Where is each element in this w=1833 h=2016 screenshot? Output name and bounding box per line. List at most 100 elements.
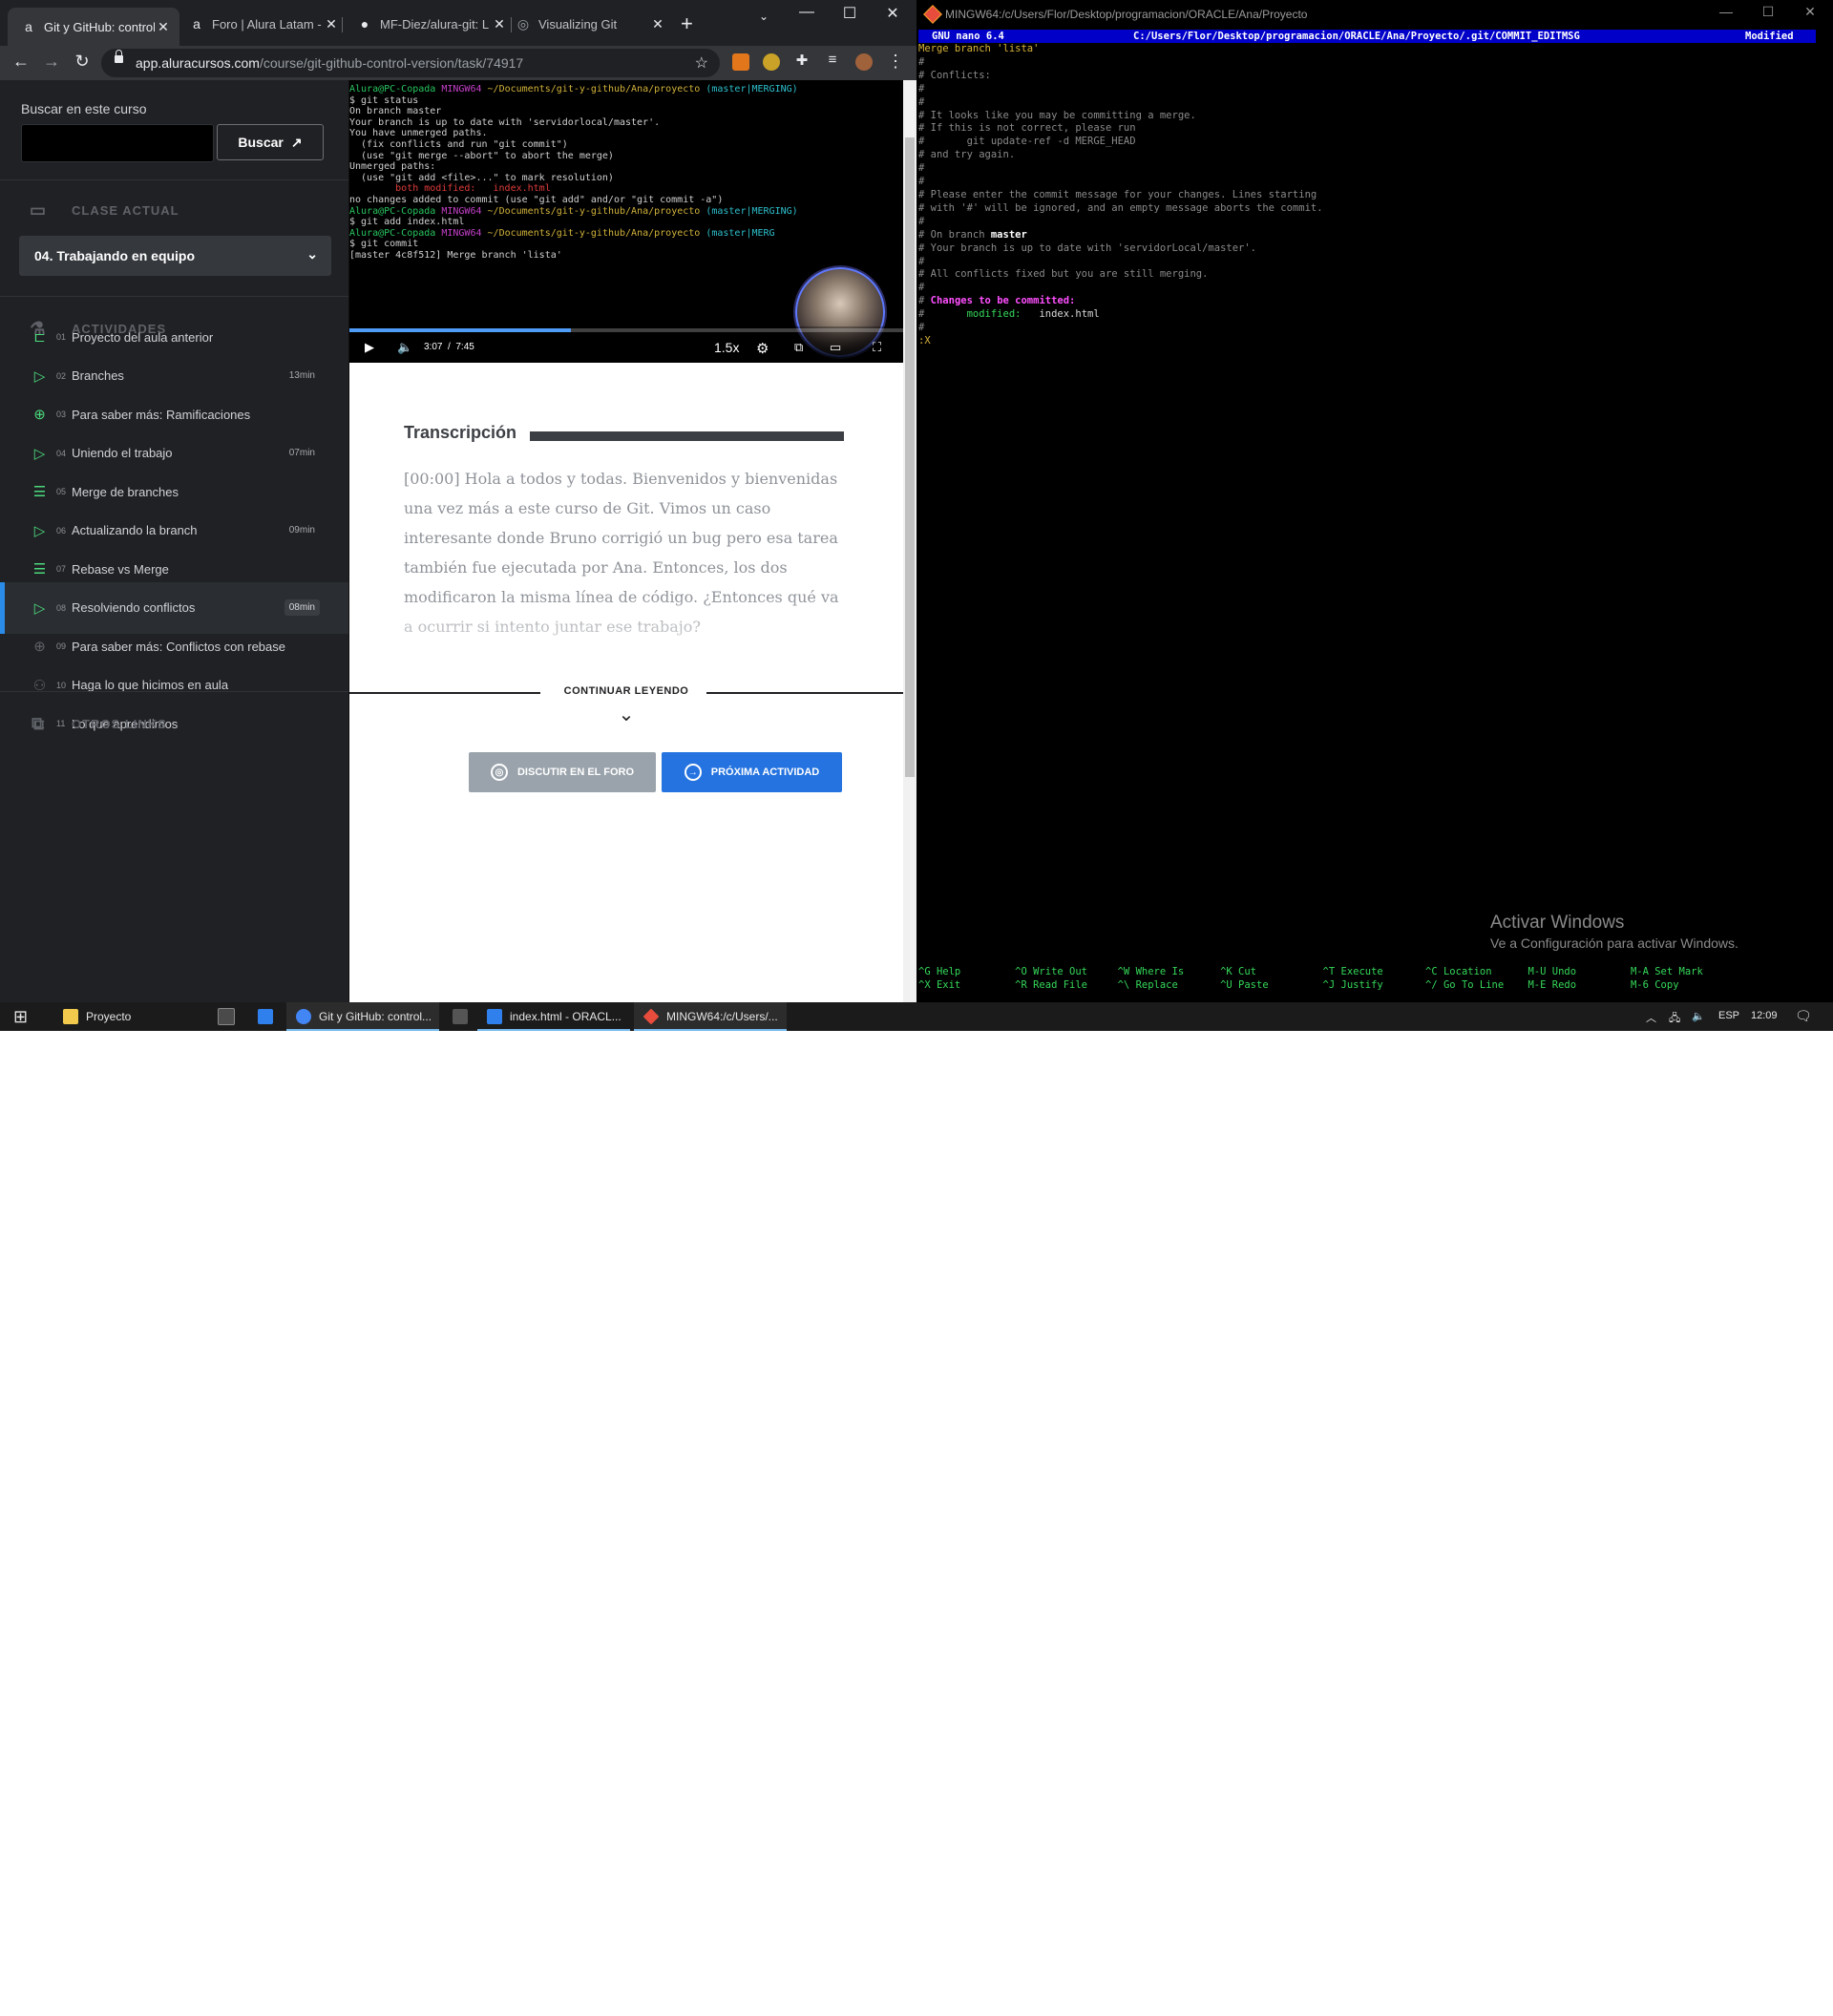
notifications-icon[interactable]: 🗨 [1795,1008,1812,1024]
bookmark-star-icon[interactable]: ☆ [695,53,708,73]
close-icon[interactable]: ✕ [323,16,340,32]
scrollbar-thumb[interactable] [905,137,915,777]
chevron-down-icon[interactable]: ⌄ [615,703,638,726]
metamask-extension-icon[interactable] [732,53,749,71]
tab-foro[interactable]: a Foro | Alura Latam - ✕ [176,10,348,38]
buffer-line: # git update-ref -d MERGE_HEAD [918,136,1136,148]
class-select[interactable]: 04. Trabajando en equipo ⌄ [19,236,331,276]
buffer-line: # [918,55,925,68]
forward-arrow-icon[interactable]: → [40,52,63,72]
taskbar-item-vscode[interactable]: index.html - ORACL... [477,1002,630,1031]
new-tab-plus-icon[interactable]: + [681,11,693,36]
video-terminal-line: (use "git merge --abort" to abort the me… [349,150,614,161]
video-terminal-line: (use "git add <file>..." to mark resolut… [349,172,614,183]
video-player[interactable]: Alura@PC-Copada MINGW64 ~/Documents/git-… [349,80,903,363]
menu-kebab-icon[interactable]: ⋮ [884,52,907,72]
activity-number: 07 [56,564,67,574]
taskbar-item-mingw64[interactable]: MINGW64:/c/Users/... [634,1002,787,1031]
next-button-label: PRÓXIMA ACTIVIDAD [710,766,820,778]
activity-label: Actualizando la branch [72,523,198,537]
notes-icon[interactable] [453,1002,475,1031]
arrow-right-circle-icon: → [684,764,702,781]
theater-mode-icon[interactable]: ▭ [830,340,841,355]
volume-icon[interactable]: 🔈 [397,340,412,355]
network-icon[interactable]: 🖧 [1669,1010,1680,1028]
miniplayer-icon[interactable]: ⧉ [794,340,803,355]
alura-a-icon: a [193,16,200,32]
video-icon: ▷ [33,368,46,385]
github-icon: ● [360,16,369,32]
plus-circle-icon: ⊕ [33,639,46,655]
buffer-line: # [918,95,925,108]
activity-number: 03 [56,410,67,419]
extension-icon[interactable] [763,53,780,71]
shortcut-row: ^G Help ^O Write Out ^W Where Is ^K Cut … [918,966,1703,977]
window-close-icon[interactable]: ✕ [874,4,912,23]
close-icon[interactable]: ✕ [649,16,666,32]
video-time: 3:07 / 7:45 [424,342,474,352]
mail-icon[interactable] [258,1002,281,1031]
alura-a-icon: a [25,19,32,34]
maximize-icon[interactable]: ☐ [1749,4,1787,20]
video-terminal-line: $ git status [349,94,419,106]
divider [0,296,348,297]
forum-button[interactable]: ◎ DISCUTIR EN EL FORO [469,752,656,792]
settings-gear-icon[interactable]: ⚙ [756,340,769,357]
tab-separator [342,17,343,32]
buffer-line: # [918,215,925,227]
play-icon[interactable]: ▶ [365,340,374,355]
calculator-icon[interactable] [218,1002,242,1031]
taskbar-item-chrome[interactable]: Git y GitHub: control... [286,1002,439,1031]
tab-github[interactable]: ● MF-Diez/alura-git: L ✕ [344,10,516,38]
video-progress-bar[interactable] [349,328,903,332]
activity-duration: 08min [284,599,320,616]
video-terminal-line: (fix conflicts and run "git commit") [349,138,568,150]
vscode-icon [487,1009,502,1024]
minimize-icon[interactable]: — [788,4,826,21]
tab-visualizing-git[interactable]: ◎ Visualizing Git ✕ [502,10,674,38]
video-terminal-line: $ git commit [349,239,419,250]
profile-avatar[interactable] [855,53,873,71]
address-bar[interactable]: app.aluracursos.com/course/git-github-co… [101,49,720,77]
activity-duration: 09min [288,525,315,536]
activity-number: 08 [56,602,67,613]
taskbar: ⊞ Proyecto Git y GitHub: control... inde… [0,1002,1833,1031]
playback-speed[interactable]: 1.5x [714,340,739,355]
page-scrollbar[interactable] [903,80,916,1002]
activity-label: Proyecto del aula anterior [72,329,214,345]
folder-icon [63,1009,78,1024]
speaker-icon[interactable]: 🔈 [1692,1010,1705,1022]
taskbar-item-explorer[interactable]: Proyecto [63,1002,216,1031]
close-icon[interactable]: ✕ [155,19,172,35]
reload-icon[interactable]: ↻ [71,52,94,72]
clock[interactable]: 12:09 [1751,1010,1778,1021]
minimize-icon[interactable]: — [1707,4,1745,19]
maximize-icon[interactable]: ☐ [831,4,869,23]
commit-message-line: Merge branch 'lista' [918,43,1040,54]
buffer-line: # It looks like you may be committing a … [918,109,1196,121]
buffer-line: # [918,82,925,94]
nano-editor-buffer[interactable]: Merge branch 'lista' # # Conflicts: # # # It … [918,43,1323,348]
puzzle-extensions-icon[interactable]: ✚ [790,52,813,69]
window-close-icon[interactable]: ✕ [1791,4,1829,20]
media-queue-icon[interactable]: ≡ [821,52,844,68]
language-indicator[interactable]: ESP [1718,1010,1739,1021]
video-terminal-frame: Alura@PC-Copada MINGW64 ~/Documents/git-… [349,84,798,262]
next-activity-button[interactable]: → PRÓXIMA ACTIVIDAD [662,752,842,792]
search-button[interactable]: Buscar ↗ [217,124,324,160]
book-icon: ▭ [29,200,47,220]
tab-git-github[interactable]: a Git y GitHub: control ✕ [8,8,179,46]
back-arrow-icon[interactable]: ← [10,52,32,72]
task-view-icon[interactable]: ⊞ [13,1002,28,1031]
tray-chevron-icon[interactable]: ︿ [1646,1010,1656,1025]
fullscreen-icon[interactable]: ⛶ [873,340,881,355]
plus-circle-icon: ⊕ [33,407,46,423]
continue-reading-link[interactable]: CONTINUAR LEYENDO [493,685,760,697]
search-button-label: Buscar [238,135,284,150]
links-icon: ⧉ [32,713,45,733]
search-input[interactable] [21,124,214,162]
chevron-down-icon: ⌄ [306,246,318,262]
tab-search-chevron-icon[interactable]: ⌄ [745,10,783,23]
title-underline-bar [530,431,844,441]
tab-strip: a Git y GitHub: control ✕ a Foro | Alura… [0,0,916,46]
